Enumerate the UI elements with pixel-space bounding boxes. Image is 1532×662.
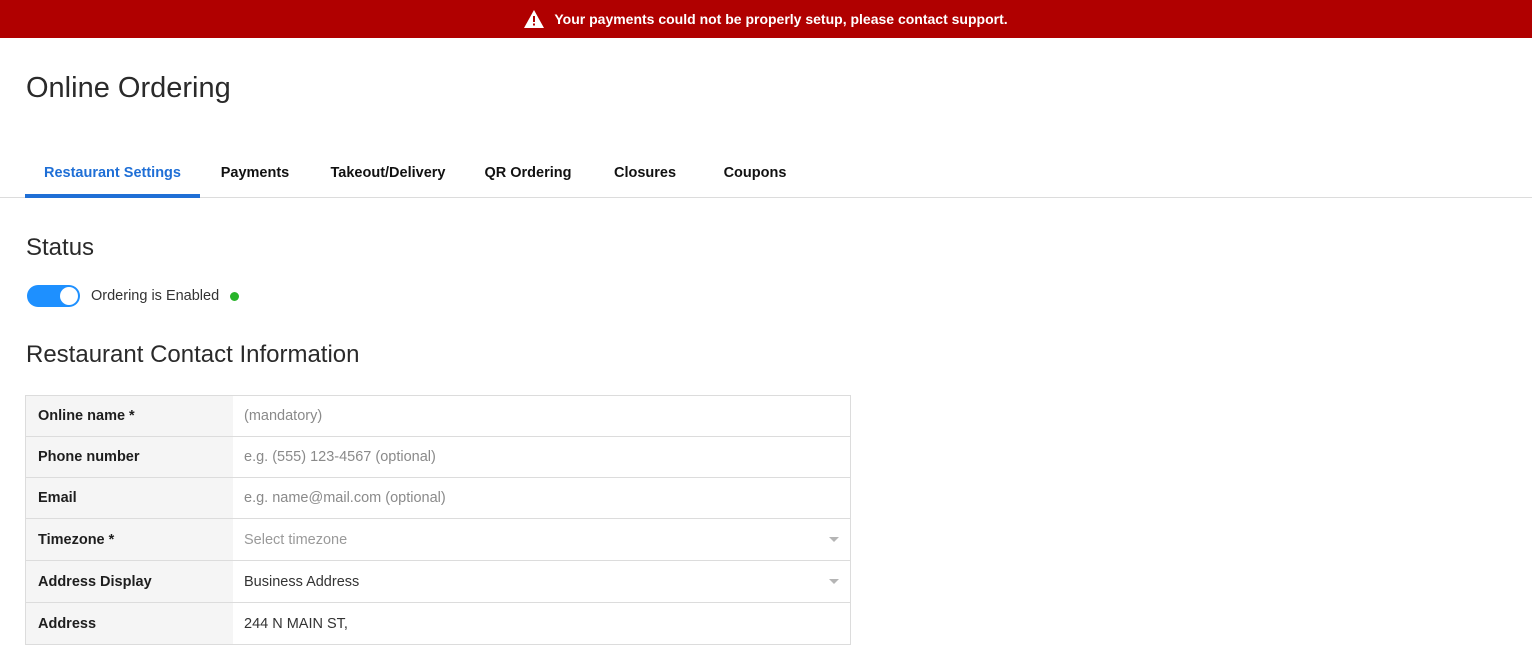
ordering-status-row: Ordering is Enabled [27,285,240,307]
ordering-status-label: Ordering is Enabled [91,288,220,304]
online-name-label: Online name * [26,396,233,436]
contact-info-heading: Restaurant Contact Information [26,341,360,368]
email-input[interactable] [244,490,840,506]
timezone-label: Timezone * [26,519,233,560]
form-row-timezone: Timezone * Select timezone [26,519,850,561]
phone-label: Phone number [26,437,233,477]
phone-input[interactable] [244,449,840,465]
ordering-enabled-toggle[interactable] [27,285,80,307]
status-heading: Status [26,234,95,261]
settings-tabs: Restaurant Settings Payments Takeout/Del… [0,148,1532,198]
timezone-placeholder: Select timezone [244,531,348,548]
tab-closures[interactable]: Closures [600,148,690,197]
chevron-down-icon [829,537,839,542]
address-label: Address [26,603,233,644]
tab-coupons[interactable]: Coupons [710,148,800,197]
address-display-select[interactable]: Business Address [233,561,850,602]
address-value[interactable]: 244 N MAIN ST, [244,616,348,632]
form-row-address-display: Address Display Business Address [26,561,850,603]
address-cell: 244 N MAIN ST, [233,603,850,644]
form-row-address: Address 244 N MAIN ST, [26,603,850,644]
address-display-label: Address Display [26,561,233,602]
error-banner: Your payments could not be properly setu… [0,0,1532,38]
online-name-input[interactable] [244,408,840,424]
tab-takeout-delivery[interactable]: Takeout/Delivery [318,148,458,197]
tab-restaurant-settings[interactable]: Restaurant Settings [25,148,200,198]
status-dot-icon [230,291,240,301]
warning-icon [524,10,545,28]
timezone-select[interactable]: Select timezone [233,519,850,560]
email-label: Email [26,478,233,518]
chevron-down-icon [829,579,839,584]
contact-form: Online name * Phone number Email Timezon… [25,395,851,645]
error-banner-message: Your payments could not be properly setu… [554,11,1008,27]
page-title: Online Ordering [26,72,231,104]
form-row-online-name: Online name * [26,396,850,437]
phone-cell [233,437,850,477]
form-row-phone: Phone number [26,437,850,478]
email-cell [233,478,850,518]
online-name-cell [233,396,850,436]
toggle-knob [60,287,78,305]
tab-payments[interactable]: Payments [210,148,300,197]
form-row-email: Email [26,478,850,519]
tab-qr-ordering[interactable]: QR Ordering [474,148,582,197]
address-display-value: Business Address [244,573,360,590]
